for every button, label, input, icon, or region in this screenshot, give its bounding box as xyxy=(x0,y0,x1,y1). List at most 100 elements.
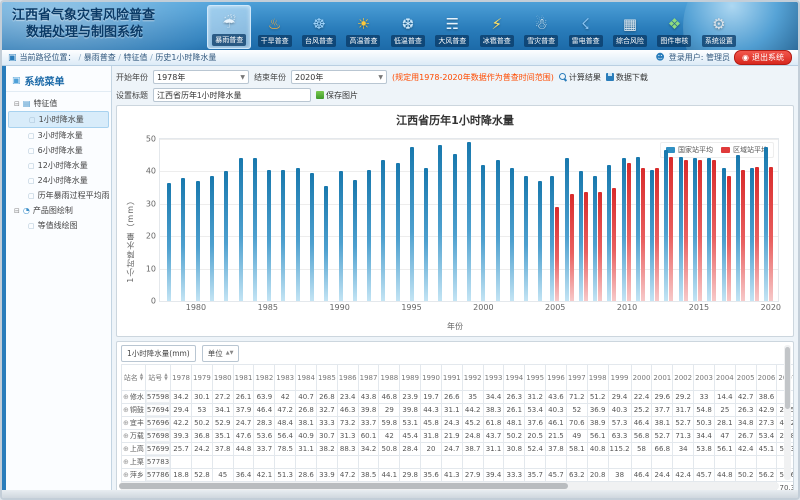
expand-icon[interactable]: ⊕ xyxy=(123,406,129,414)
column-header-year-1988: 1988 xyxy=(379,365,400,391)
sidebar-group-0[interactable]: ⊟▤特征值 xyxy=(8,96,109,111)
bar-group-1981 xyxy=(205,139,219,301)
search-icon xyxy=(559,73,567,81)
expand-icon[interactable]: ⊕ xyxy=(123,393,129,401)
chart-title-input[interactable] xyxy=(153,88,311,102)
national-station-bar-1995 xyxy=(410,147,414,301)
value-cell-57783-1999 xyxy=(608,456,631,469)
value-cell-57698-1984: 40.9 xyxy=(296,430,317,443)
table-row-57699[interactable]: ⊕上高5769925.724.237.844.833.778.531.138.2… xyxy=(122,443,795,456)
value-cell-57598-1979: 30.1 xyxy=(191,391,212,404)
value-cell-57694-1986: 46.3 xyxy=(337,404,358,417)
table-row-57783[interactable]: ⊕上栗57783 xyxy=(122,456,795,469)
sidebar-item-等值线绘图[interactable]: ▢等值线绘图 xyxy=(8,218,109,233)
horizontal-scrollbar[interactable] xyxy=(119,482,779,490)
value-cell-57786-2000: 46.4 xyxy=(631,469,652,482)
column-header-year-1981: 1981 xyxy=(233,365,254,391)
column-header-year-1998: 1998 xyxy=(587,365,608,391)
expand-icon[interactable]: ⊕ xyxy=(123,432,129,440)
national-station-bar-1985 xyxy=(267,170,271,301)
collapse-icon[interactable]: ⊟ xyxy=(14,207,20,215)
value-cell-57696-2003: 50.3 xyxy=(694,417,715,430)
table-row-57698[interactable]: ⊕万载5769839.336.835.147.653.656.440.930.7… xyxy=(122,430,795,443)
toolbar-item-hail[interactable]: ⚡冰雹普查 xyxy=(476,5,518,49)
sidebar-item-1小时降水量[interactable]: ▢1小时降水量 xyxy=(8,111,109,128)
breadcrumb-item[interactable]: 暴雨普查 xyxy=(84,53,116,62)
sidebar-item-3小时降水量[interactable]: ▢3小时降水量 xyxy=(8,128,109,143)
unit-chip-label: 1小时降水量(mm) xyxy=(127,348,190,359)
sidebar-item-12小时降水量[interactable]: ▢12小时降水量 xyxy=(8,158,109,173)
table-row-57786[interactable]: ⊕萍乡5778618.852.84536.442.151.328.633.947… xyxy=(122,469,795,482)
expand-icon[interactable]: ⊕ xyxy=(123,458,129,466)
value-cell-57786-1981: 36.4 xyxy=(233,469,254,482)
national-station-bar-1989 xyxy=(324,186,328,301)
breadcrumb-item[interactable]: 历史1小时降水量 xyxy=(155,53,216,62)
sort-icon[interactable]: ▲▼ xyxy=(140,374,143,382)
sidebar-group-1[interactable]: ⊟◔产品图绘制 xyxy=(8,203,109,218)
value-cell-57699-1996: 37.8 xyxy=(546,443,567,456)
column-header-year-1997: 1997 xyxy=(566,365,587,391)
save-image-button[interactable]: 保存图片 xyxy=(316,90,358,101)
download-data-button[interactable]: 数据下载 xyxy=(606,72,648,83)
toolbar-item-snow[interactable]: ☃雪灾普查 xyxy=(520,5,562,49)
toolbar-item-drought[interactable]: ♨干旱普查 xyxy=(253,5,295,49)
column-header-station-name[interactable]: 站名▲▼ xyxy=(122,365,146,391)
value-cell-57696-1987: 33.7 xyxy=(358,417,379,430)
toolbar-item-composite-risk[interactable]: ▦综合风险 xyxy=(609,5,651,49)
bar-group-2017 xyxy=(719,139,733,301)
unit-chip[interactable]: 1小时降水量(mm) xyxy=(121,345,196,362)
national-station-bar-2020 xyxy=(764,147,768,301)
value-cell-57786-1999: 38 xyxy=(608,469,631,482)
toolbar-item-low-temp[interactable]: ❆低温普查 xyxy=(387,5,429,49)
value-cell-57696-2006: 27.3 xyxy=(756,417,777,430)
station-name-cell: ⊕修水 xyxy=(122,391,146,404)
value-cell-57694-1988: 29 xyxy=(379,404,400,417)
collapse-icon[interactable]: ⊟ xyxy=(14,100,20,108)
value-cell-57694-1983: 47.2 xyxy=(275,404,296,417)
toolbar-item-settings[interactable]: ⚙系统设置 xyxy=(698,5,740,49)
toolbar-item-gale[interactable]: ☴大风普查 xyxy=(431,5,473,49)
bar-group-2019 xyxy=(748,139,762,301)
folder-icon: ▤ xyxy=(23,99,31,108)
unit-select[interactable]: 单位 ▲▼ xyxy=(202,345,240,362)
sidebar-item-24小时降水量[interactable]: ▢24小时降水量 xyxy=(8,173,109,188)
station-id-cell: 57786 xyxy=(145,469,170,482)
value-cell-57786-1988: 44.1 xyxy=(379,469,400,482)
station-id-cell: 57698 xyxy=(145,430,170,443)
bar-group-1984 xyxy=(248,139,262,301)
national-station-bar-1991 xyxy=(353,180,357,302)
value-cell-57694-1984: 26.8 xyxy=(296,404,317,417)
sort-icon[interactable]: ▲▼ xyxy=(164,374,167,382)
regional-station-bar-2018 xyxy=(741,170,745,301)
table-row-57694[interactable]: ⊕铜鼓5769429.45334.137.946.447.226.832.746… xyxy=(122,404,795,417)
breadcrumb-separator: / xyxy=(116,53,124,62)
value-cell-57598-1989: 23.9 xyxy=(400,391,421,404)
sidebar-item-6小时降水量[interactable]: ▢6小时降水量 xyxy=(8,143,109,158)
start-year-select[interactable]: 1978年 ▼ xyxy=(153,70,249,84)
vertical-scrollbar[interactable] xyxy=(784,345,791,480)
bar-group-1995 xyxy=(405,139,419,301)
table-row-57598[interactable]: ⊕修水5759834.230.127.226.163.94240.726.823… xyxy=(122,391,795,404)
breadcrumb-item[interactable]: 特征值 xyxy=(124,53,148,62)
column-header-year-1999: 1999 xyxy=(608,365,631,391)
logout-button[interactable]: ◉ 退出系统 xyxy=(734,50,792,65)
expand-icon[interactable]: ⊕ xyxy=(123,471,129,479)
toolbar-item-rainstorm[interactable]: ☔暴雨普查 xyxy=(207,5,251,49)
value-cell-57699-1990: 20 xyxy=(421,443,442,456)
bar-group-2001 xyxy=(490,139,504,301)
toolbar-item-map-review[interactable]: ❖图件审核 xyxy=(653,5,695,49)
toolbar-item-typhoon[interactable]: ☸台风普查 xyxy=(298,5,340,49)
end-year-select[interactable]: 2020年 ▼ xyxy=(291,70,387,84)
value-cell-57699-2004: 56.1 xyxy=(714,443,735,456)
bar-group-1999 xyxy=(462,139,476,301)
gale-icon: ☴ xyxy=(446,13,459,35)
toolbar-item-high-temp[interactable]: ☀高温普查 xyxy=(342,5,384,49)
sidebar-item-历年暴雨过程平均雨量[interactable]: ▢历年暴雨过程平均雨量 xyxy=(8,188,109,203)
table-row-57696[interactable]: ⊕宜丰5769642.250.252.924.728.348.438.133.3… xyxy=(122,417,795,430)
calculate-button[interactable]: 计算结果 xyxy=(559,72,601,83)
toolbar-item-lightning[interactable]: ☇雷电普查 xyxy=(564,5,606,49)
column-header-station-id[interactable]: 站号▲▼ xyxy=(145,365,170,391)
expand-icon[interactable]: ⊕ xyxy=(123,445,129,453)
expand-icon[interactable]: ⊕ xyxy=(123,419,129,427)
value-cell-57786-2002: 42.4 xyxy=(673,469,694,482)
